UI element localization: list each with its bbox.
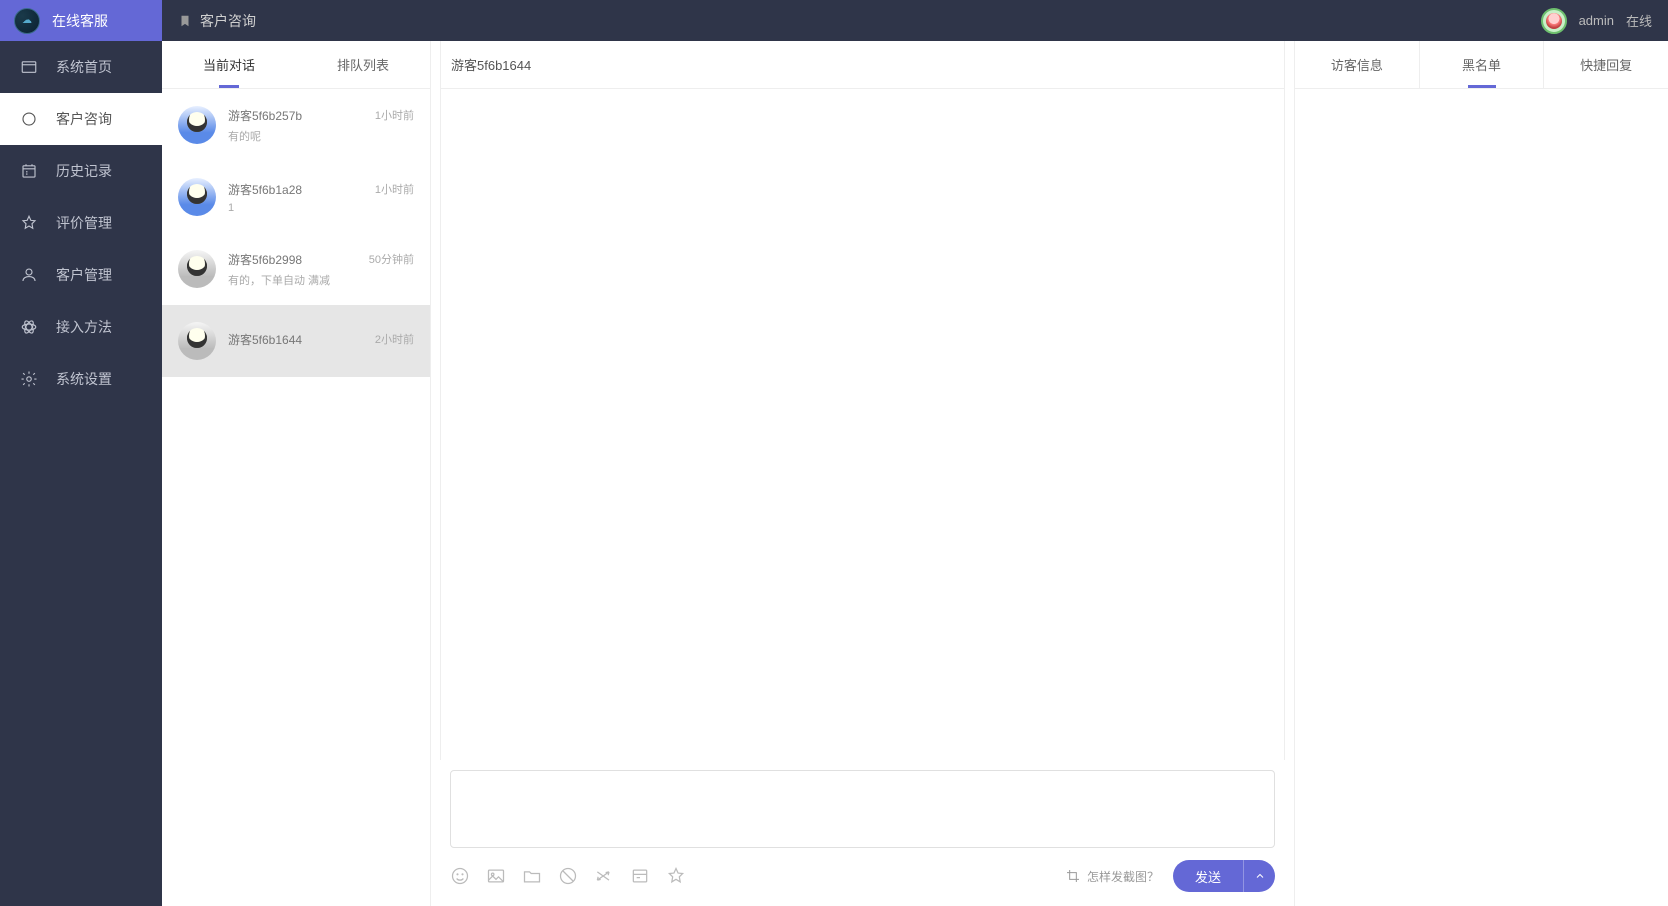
chat-toolbar: 怎样发截图？ 发送: [440, 846, 1285, 906]
conversation-time: 2小时前: [375, 331, 414, 347]
crop-icon: [1065, 868, 1081, 884]
info-column: 访客信息 黑名单 快捷回复: [1295, 41, 1668, 906]
tab-current-chats[interactable]: 当前对话: [162, 41, 296, 88]
nav-item-reviews[interactable]: 评价管理: [0, 197, 162, 249]
visitor-name: 游客5f6b1a28: [228, 181, 302, 198]
brand: ☁ 在线客服: [0, 0, 162, 41]
window-icon: [20, 58, 38, 76]
conversation-preview: 1: [228, 202, 414, 214]
nav-label: 系统设置: [56, 369, 112, 389]
workspace: 当前对话 排队列表 游客5f6b257b1小时前 有的呢 游客5: [162, 41, 1668, 906]
tab-quick-reply[interactable]: 快捷回复: [1543, 41, 1668, 88]
nav-label: 客户管理: [56, 265, 112, 285]
message-input[interactable]: [450, 770, 1275, 848]
nav-label: 接入方法: [56, 317, 112, 337]
conversation-item[interactable]: 游客5f6b257b 1小时前 有的呢: [162, 89, 430, 161]
card-icon[interactable]: [630, 866, 650, 886]
conversation-content: 游客5f6b257b 1小时前 有的呢: [228, 107, 414, 144]
page-title: 客户咨询: [200, 11, 256, 31]
chat-title: 游客5f6b1644: [451, 55, 531, 74]
send-options-button[interactable]: [1243, 860, 1275, 892]
folder-icon[interactable]: [522, 866, 542, 886]
conversation-item[interactable]: 游客5f6b1644 2小时前: [162, 305, 430, 377]
conversation-time: 1小时前: [375, 181, 414, 197]
sidebar: ☁ 在线客服 系统首页 客户咨询 历史记录 评价管理 客户管理 接入方法: [0, 0, 162, 906]
nav-item-home[interactable]: 系统首页: [0, 41, 162, 93]
send-label: 发送: [1195, 870, 1221, 885]
user-icon: [20, 266, 38, 284]
user-name: admin: [1579, 13, 1614, 28]
screenshot-hint-label: 怎样发截图？: [1087, 868, 1159, 885]
nav-item-integration[interactable]: 接入方法: [0, 301, 162, 353]
nav-item-customers[interactable]: 客户管理: [0, 249, 162, 301]
avatar: [1541, 8, 1567, 34]
chevron-up-icon: [1254, 870, 1266, 882]
conversation-item[interactable]: 游客5f6b2998 50分钟前 有的，下单自动 满减: [162, 233, 430, 305]
conversation-tabs: 当前对话 排队列表: [162, 41, 430, 89]
toolbar-right: 怎样发截图？ 发送: [1065, 860, 1275, 892]
nav-item-consult[interactable]: 客户咨询: [0, 93, 162, 145]
visitor-name: 游客5f6b1644: [228, 331, 302, 348]
image-icon[interactable]: [486, 866, 506, 886]
emoji-icon[interactable]: [450, 866, 470, 886]
brand-name: 在线客服: [52, 11, 108, 31]
tab-label: 黑名单: [1462, 55, 1501, 74]
tab-queue[interactable]: 排队列表: [296, 41, 430, 88]
tab-visitor-info[interactable]: 访客信息: [1295, 41, 1419, 88]
tab-label: 快捷回复: [1580, 55, 1632, 74]
transfer-icon[interactable]: [594, 866, 614, 886]
nav-item-history[interactable]: 历史记录: [0, 145, 162, 197]
nav-item-settings[interactable]: 系统设置: [0, 353, 162, 405]
visitor-avatar: [178, 322, 216, 360]
conversation-preview: 有的，下单自动 满减: [228, 272, 414, 288]
main: 客户咨询 admin 在线 当前对话 排队列表 游客: [162, 0, 1668, 906]
brand-logo-icon: ☁: [14, 8, 40, 34]
topbar-title-wrap: 客户咨询: [178, 11, 256, 31]
info-body: [1295, 89, 1668, 906]
tool-icons: [450, 866, 686, 886]
tab-label: 排队列表: [337, 55, 389, 74]
tab-blacklist[interactable]: 黑名单: [1419, 41, 1544, 88]
nav-label: 系统首页: [56, 57, 112, 77]
chat-input-area: [440, 760, 1285, 846]
gear-icon: [20, 370, 38, 388]
conversation-content: 游客5f6b2998 50分钟前 有的，下单自动 满减: [228, 251, 414, 288]
visitor-avatar: [178, 106, 216, 144]
user-status: 在线: [1626, 11, 1652, 30]
nav-label: 历史记录: [56, 161, 112, 181]
block-icon[interactable]: [558, 866, 578, 886]
chat-messages: [440, 89, 1285, 760]
tab-label: 当前对话: [203, 55, 255, 74]
visitor-name: 游客5f6b257b: [228, 107, 302, 124]
conversation-content: 游客5f6b1644 2小时前: [228, 331, 414, 352]
visitor-avatar: [178, 250, 216, 288]
chat-header: 游客5f6b1644: [440, 41, 1285, 89]
circle-icon: [20, 110, 38, 128]
screenshot-hint[interactable]: 怎样发截图？: [1065, 868, 1159, 885]
nav-label: 客户咨询: [56, 109, 112, 129]
calendar-icon: [20, 162, 38, 180]
send-button[interactable]: 发送: [1173, 860, 1243, 892]
info-tabs: 访客信息 黑名单 快捷回复: [1295, 41, 1668, 89]
tab-label: 访客信息: [1331, 55, 1383, 74]
visitor-avatar: [178, 178, 216, 216]
favorite-icon[interactable]: [666, 866, 686, 886]
conversation-list: 游客5f6b257b 1小时前 有的呢 游客5f6b1a28 1小时前 1: [162, 89, 430, 906]
conversation-column: 当前对话 排队列表 游客5f6b257b1小时前 有的呢 游客5: [162, 41, 431, 906]
visitor-name: 游客5f6b2998: [228, 251, 302, 268]
star-icon: [20, 214, 38, 232]
topbar-user[interactable]: admin 在线: [1541, 8, 1652, 34]
conversation-content: 游客5f6b1a28 1小时前 1: [228, 181, 414, 214]
conversation-preview: 有的呢: [228, 128, 414, 144]
topbar: 客户咨询 admin 在线: [162, 0, 1668, 41]
bookmark-icon: [178, 14, 192, 28]
atom-icon: [20, 318, 38, 336]
conversation-time: 1小时前: [375, 107, 414, 123]
nav-label: 评价管理: [56, 213, 112, 233]
conversation-item[interactable]: 游客5f6b1a28 1小时前 1: [162, 161, 430, 233]
send-button-group: 发送: [1173, 860, 1275, 892]
chat-column: 游客5f6b1644: [431, 41, 1295, 906]
conversation-time: 50分钟前: [369, 251, 414, 267]
